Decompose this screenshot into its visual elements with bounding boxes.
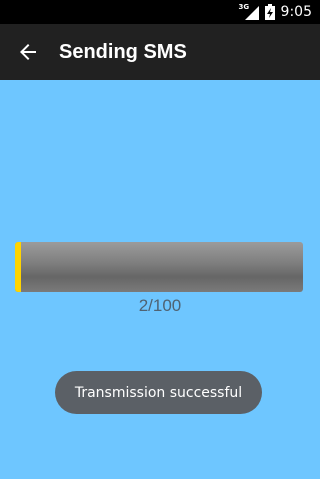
toast-message: Transmission successful xyxy=(74,384,243,401)
status-bar: 3G 9:05 xyxy=(0,0,320,24)
progress-fill xyxy=(15,242,21,292)
status-icons: 3G 9:05 xyxy=(239,0,312,24)
sms-progress-bar xyxy=(15,242,303,292)
signal-icon: 3G xyxy=(239,3,259,20)
arrow-back-icon xyxy=(20,44,36,60)
battery-charging-icon xyxy=(264,4,275,20)
progress-count: 2/100 xyxy=(138,296,182,315)
back-button[interactable] xyxy=(0,24,56,80)
app-bar: Sending SMS xyxy=(0,24,320,80)
page-title: Sending SMS xyxy=(59,40,187,63)
toast: Transmission successful xyxy=(55,371,262,414)
status-clock: 9:05 xyxy=(280,4,312,20)
